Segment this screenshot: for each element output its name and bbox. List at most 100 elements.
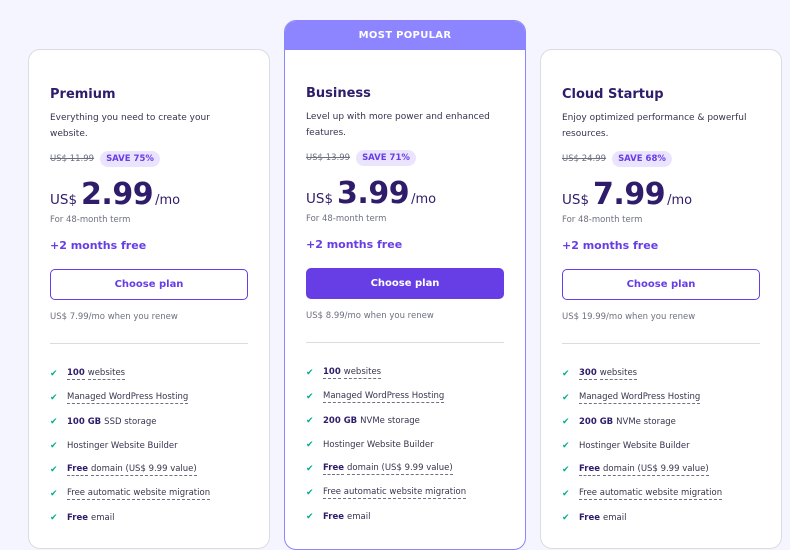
feature-item: ✔ Managed WordPress Hosting [306,385,504,409]
check-icon: ✔ [562,441,570,451]
free-months: +2 months free [50,239,147,252]
check-icon: ✔ [50,393,58,403]
feature-item: ✔ Hostinger Website Builder [50,434,248,458]
feature-text: Hostinger Website Builder [579,441,690,451]
check-icon: ✔ [562,369,570,379]
check-icon: ✔ [50,513,58,523]
feature-text[interactable]: websites [87,368,126,380]
check-icon: ✔ [50,369,58,379]
price: US$ 7.99 /mo [562,177,760,215]
discount-row: US$ 11.99 SAVE 75% [50,149,248,169]
feature-item: ✔ 200 GB NVMe storage [306,409,504,433]
feature-list: ✔ 300 websites ✔ Managed WordPress Hosting … [562,362,760,530]
choose-plan-button[interactable]: Choose plan [306,268,504,299]
feature-text[interactable]: Managed WordPress Hosting [323,391,445,403]
feature-text: email [346,512,371,522]
feature-text[interactable]: Managed WordPress Hosting [67,392,189,404]
feature-item: ✔ Hostinger Website Builder [562,434,760,458]
feature-strong: Free [67,513,88,523]
choose-plan-button[interactable]: Choose plan [562,269,760,300]
feature-item: ✔ 100 websites [50,362,248,386]
feature-strong[interactable]: 100 [67,368,85,380]
check-icon: ✔ [50,465,58,475]
feature-item: ✔ Hostinger Website Builder [306,433,504,457]
feature-item: ✔ Free automatic website migration [306,481,504,505]
feature-text: NVMe storage [360,416,420,426]
feature-strong[interactable]: 300 [579,368,597,380]
feature-item: ✔ Free automatic website migration [50,482,248,506]
price-term: For 48-month term [562,215,643,225]
plan-name: Premium [50,87,116,102]
feature-text[interactable]: Free automatic website migration [579,488,723,500]
feature-item: ✔ Managed WordPress Hosting [562,386,760,410]
renew-price: US$ 7.99/mo when you renew [50,312,178,322]
feature-text[interactable]: websites [599,368,638,380]
plan-description: Enjoy optimized performance & powerful r… [562,113,747,139]
check-icon: ✔ [50,441,58,451]
feature-item: ✔ 100 websites [306,361,504,385]
feature-item: ✔ Free domain (US$ 9.99 value) [306,457,504,481]
feature-strong[interactable]: 100 [323,367,341,379]
price-currency: US$ [306,191,334,207]
check-icon: ✔ [306,416,314,426]
plan-card-body: Business Level up with more power and en… [285,50,525,529]
free-months: +2 months free [306,238,403,251]
feature-item: ✔ Free email [306,505,504,529]
check-icon: ✔ [306,512,314,522]
feature-strong[interactable]: Free [579,464,600,476]
old-price: US$ 11.99 [50,154,95,164]
renew-price: US$ 19.99/mo when you renew [562,312,696,322]
check-icon: ✔ [562,513,570,523]
check-icon: ✔ [562,489,570,499]
feature-text: email [90,513,115,523]
divider [562,343,760,344]
feature-text: Hostinger Website Builder [323,440,434,450]
plan-card-premium: Premium Everything you need to create yo… [28,49,270,549]
price-term: For 48-month term [306,214,387,224]
old-price: US$ 24.99 [562,154,607,164]
discount-row: US$ 24.99 SAVE 68% [562,149,760,169]
save-badge: SAVE 71% [356,150,416,166]
renew-price: US$ 8.99/mo when you renew [306,311,434,321]
price-period: /mo [667,193,693,208]
plan-card-cloud-startup: Cloud Startup Enjoy optimized performanc… [540,49,782,549]
save-badge: SAVE 75% [100,151,160,167]
feature-item: ✔ 100 GB SSD storage [50,410,248,434]
feature-text[interactable]: domain (US$ 9.99 value) [602,464,709,476]
feature-text[interactable]: Free automatic website migration [67,488,211,500]
price-period: /mo [411,192,437,207]
plan-description: Everything you need to create your websi… [50,113,210,139]
feature-text: NVMe storage [616,417,676,427]
feature-text[interactable]: websites [343,367,382,379]
old-price: US$ 13.99 [306,153,351,163]
check-icon: ✔ [306,464,314,474]
feature-item: ✔ Free email [562,506,760,530]
feature-strong[interactable]: Free [67,464,88,476]
price-amount: 2.99 [81,177,154,212]
feature-text[interactable]: Free automatic website migration [323,487,467,499]
feature-text[interactable]: domain (US$ 9.99 value) [346,463,453,475]
price-amount: 3.99 [337,176,410,211]
check-icon: ✔ [562,417,570,427]
feature-item: ✔ Free domain (US$ 9.99 value) [562,458,760,482]
feature-strong: 200 GB [579,417,614,427]
feature-text[interactable]: domain (US$ 9.99 value) [90,464,197,476]
price-period: /mo [155,193,181,208]
plan-card-body: Premium Everything you need to create yo… [29,50,269,530]
save-badge: SAVE 68% [612,151,672,167]
feature-strong[interactable]: Free [323,463,344,475]
choose-plan-button[interactable]: Choose plan [50,269,248,300]
feature-item: ✔ Free automatic website migration [562,482,760,506]
check-icon: ✔ [562,465,570,475]
discount-row: US$ 13.99 SAVE 71% [306,148,504,168]
plan-name: Cloud Startup [562,87,664,102]
feature-strong: 100 GB [67,417,102,427]
divider [306,342,504,343]
check-icon: ✔ [562,393,570,403]
check-icon: ✔ [306,488,314,498]
feature-item: ✔ Free email [50,506,248,530]
price-term: For 48-month term [50,215,131,225]
feature-list: ✔ 100 websites ✔ Managed WordPress Hosting … [50,362,248,530]
feature-text[interactable]: Managed WordPress Hosting [579,392,701,404]
price-currency: US$ [50,192,78,208]
